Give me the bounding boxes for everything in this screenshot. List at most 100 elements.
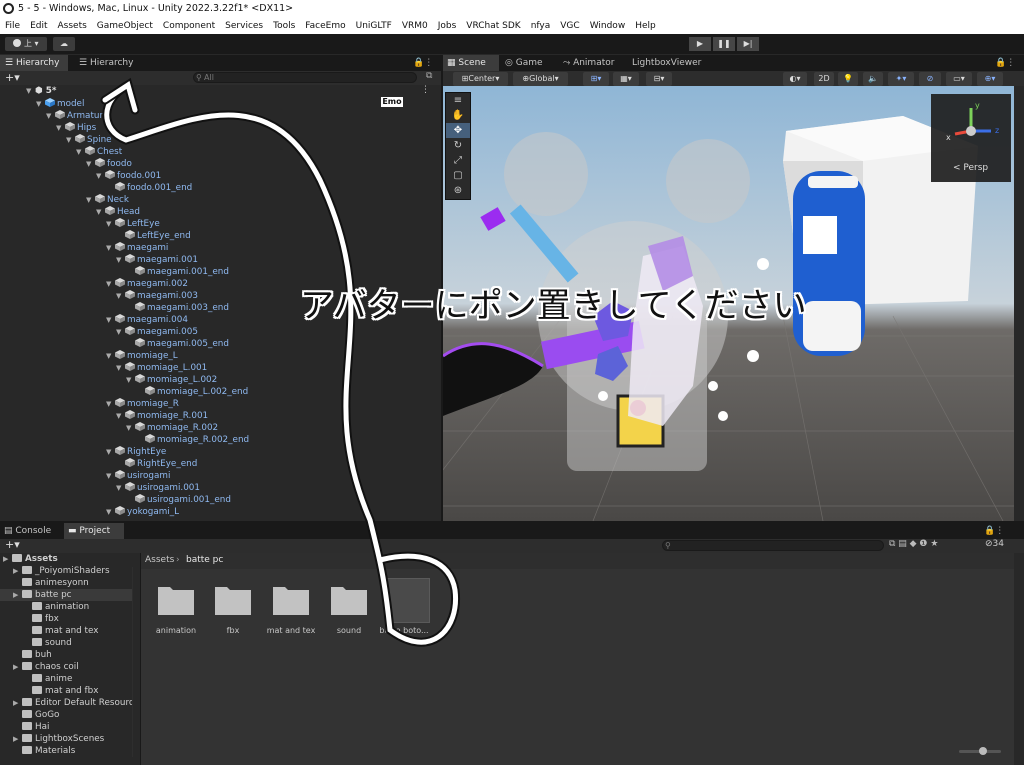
gizmo-z-label[interactable]: z	[995, 126, 999, 135]
hierarchy-item[interactable]: ▼ model	[36, 97, 84, 109]
tab-hierarchy-2[interactable]: ☰ Hierarchy	[74, 55, 142, 71]
zoom-slider[interactable]	[959, 747, 1001, 755]
hierarchy-item[interactable]: ▼ maegami.003	[116, 289, 198, 301]
asset-folder-icon[interactable]	[331, 583, 367, 615]
hierarchy-item[interactable]: LeftEye_end	[116, 229, 191, 241]
scale-tool-icon[interactable]: ⤢	[446, 153, 470, 168]
hierarchy-item[interactable]: ▼ momiage_L.002	[126, 373, 217, 385]
hierarchy-item[interactable]: ▼ yokogami_L	[106, 505, 179, 517]
hierarchy-item[interactable]: momiage_L.002_end	[136, 385, 248, 397]
hierarchy-item[interactable]: RightEye_end	[116, 457, 197, 469]
hierarchy-item[interactable]: ▼ maegami.005	[116, 325, 198, 337]
tab-scene[interactable]: ▦ Scene	[443, 55, 499, 71]
account-dropdown[interactable]: 上 ▾	[5, 37, 47, 51]
expand-triangle-icon[interactable]: ▼	[116, 290, 125, 302]
tab-game[interactable]: ◎ Game	[505, 55, 555, 71]
project-folder-item[interactable]: fbx	[0, 613, 132, 625]
hierarchy-item[interactable]: ▼ Head	[96, 205, 140, 217]
expand-triangle-icon[interactable]: ▼	[96, 170, 105, 182]
menu-vrm0[interactable]: VRM0	[402, 18, 428, 34]
hierarchy-item[interactable]: ▼ usirogami	[106, 469, 170, 481]
expand-triangle-icon[interactable]: ▼	[56, 122, 65, 134]
audio-toggle[interactable]: 🔈	[863, 72, 883, 86]
expand-triangle-icon[interactable]: ▼	[96, 206, 105, 218]
expand-triangle-icon[interactable]: ▼	[76, 146, 85, 158]
lock-icon[interactable]: 🔒⋮	[413, 55, 437, 71]
gizmo-x-label[interactable]: x	[946, 133, 951, 142]
scene-lock-icon[interactable]: 🔒⋮	[995, 55, 1021, 71]
hierarchy-search[interactable]: ⚲ All	[193, 72, 417, 83]
expand-triangle-icon[interactable]: ▼	[106, 278, 115, 290]
hierarchy-item[interactable]: ▼ momiage_R.001	[116, 409, 208, 421]
expand-triangle-icon[interactable]: ▼	[106, 398, 115, 410]
project-folder-item[interactable]: ▶ Editor Default Resourc	[0, 697, 133, 709]
tab-hierarchy[interactable]: ☰ Hierarchy	[0, 55, 68, 71]
scene-visibility-icon[interactable]: ⧉	[426, 71, 432, 81]
hierarchy-item[interactable]: ▼ Armature	[46, 109, 108, 121]
expand-triangle-icon[interactable]: ▼	[36, 98, 45, 110]
hierarchy-item[interactable]: momiage_R.002_end	[136, 433, 249, 445]
expand-triangle-icon[interactable]: ▼	[106, 506, 115, 518]
hierarchy-item[interactable]: ▼ Hips	[56, 121, 96, 133]
menu-edit[interactable]: Edit	[30, 18, 47, 34]
expand-triangle-icon[interactable]: ▼	[116, 362, 125, 374]
expand-triangle-icon[interactable]: ▼	[46, 110, 55, 122]
menu-vrchat-sdk[interactable]: VRChat SDK	[466, 18, 520, 34]
project-folder-item[interactable]: mat and fbx	[0, 685, 132, 697]
breadcrumb-batte-pc[interactable]: batte pc	[186, 555, 223, 565]
menu-faceemo[interactable]: FaceEmo	[305, 18, 345, 34]
hierarchy-item[interactable]: ▼ momiage_R	[106, 397, 179, 409]
tree-scrollbar[interactable]	[132, 567, 133, 757]
menu-file[interactable]: File	[5, 18, 20, 34]
project-folder-item[interactable]: animesyonn	[0, 577, 132, 589]
hierarchy-item[interactable]: ▼ maegami.001	[116, 253, 198, 265]
menu-assets[interactable]: Assets	[58, 18, 87, 34]
lighting-toggle[interactable]: 💡	[838, 72, 858, 86]
expand-triangle-icon[interactable]: ▼	[106, 350, 115, 362]
tab-project[interactable]: ▬ Project	[64, 523, 124, 539]
project-folder-item[interactable]: mat and tex	[0, 625, 132, 637]
menu-unigltf[interactable]: UniGLTF	[356, 18, 392, 34]
project-folder-item[interactable]: animation	[0, 601, 132, 613]
menu-component[interactable]: Component	[163, 18, 215, 34]
hierarchy-item[interactable]: ▼ momiage_L	[106, 349, 178, 361]
asset-folder-icon[interactable]	[158, 583, 194, 615]
create-icon[interactable]: +▾	[5, 538, 20, 551]
expand-triangle-icon[interactable]: ▼	[106, 446, 115, 458]
step-button[interactable]: ▶|	[737, 37, 759, 51]
grid-toggle-button[interactable]: ▦▾	[613, 72, 639, 86]
filter-icons[interactable]: ⧉ ▤ ◆ ❶ ★	[889, 539, 938, 549]
menu-window[interactable]: Window	[590, 18, 626, 34]
project-folder-item[interactable]: Materials	[0, 745, 132, 757]
cloud-button[interactable]: ☁	[53, 37, 75, 51]
menu-gameobject[interactable]: GameObject	[97, 18, 153, 34]
asset-folder-icon[interactable]	[273, 583, 309, 615]
hierarchy-item[interactable]: ▼ maegami.002	[106, 277, 188, 289]
hierarchy-item[interactable]: ▼ foodo	[86, 157, 132, 169]
hidden-objects-toggle[interactable]: ⊘	[919, 72, 941, 86]
project-folder-item[interactable]: anime	[0, 673, 132, 685]
increment-snap-button[interactable]: ⊟▾	[646, 72, 672, 86]
play-button[interactable]: ▶	[689, 37, 711, 51]
projection-toggle[interactable]: < Persp	[953, 163, 988, 173]
add-icon[interactable]: +▾	[5, 71, 20, 84]
emo-badge[interactable]: Emo	[381, 97, 403, 107]
tab-animator[interactable]: ⤳ Animator	[563, 55, 623, 71]
scene-menu-icon[interactable]: ⋮	[421, 85, 430, 95]
project-folder-item[interactable]: Hai	[0, 721, 132, 733]
hierarchy-item[interactable]: ▼ maegami.004	[106, 313, 188, 325]
gizmo-y-label[interactable]: y	[975, 101, 980, 110]
expand-triangle-icon[interactable]: ▼	[126, 374, 135, 386]
tab-console[interactable]: ▤ Console	[0, 523, 62, 539]
project-folder-item[interactable]: ▶ chaos coil	[0, 661, 132, 673]
expand-triangle-icon[interactable]: ▼	[116, 326, 125, 338]
2d-toggle[interactable]: 2D	[814, 72, 834, 86]
breadcrumb-assets[interactable]: Assets	[145, 555, 174, 565]
move-tool-icon[interactable]: ✥	[446, 123, 470, 138]
hierarchy-item[interactable]: ▼ Chest	[76, 145, 122, 157]
expand-triangle-icon[interactable]: ▼	[116, 410, 125, 422]
menu-services[interactable]: Services	[225, 18, 263, 34]
hierarchy-item[interactable]: ▼ momiage_R.002	[126, 421, 218, 433]
project-lock-icon[interactable]: 🔒⋮	[984, 523, 1020, 539]
rotate-tool-icon[interactable]: ↻	[446, 138, 470, 153]
